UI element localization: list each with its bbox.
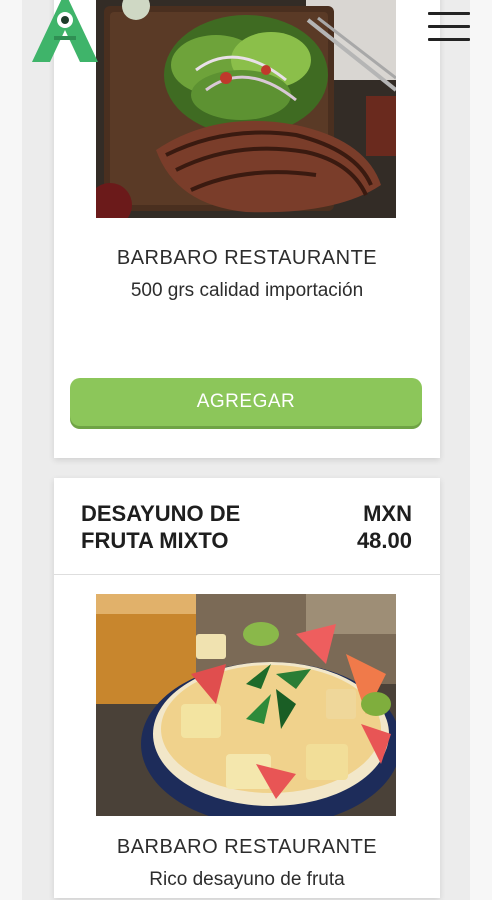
right-margin-strip xyxy=(470,0,492,900)
product-description: 500 grs calidad importación xyxy=(130,280,364,301)
hamburger-menu-icon[interactable] xyxy=(428,12,470,42)
product-title: DESAYUNO DE FRUTA MIXTO xyxy=(81,501,241,553)
left-margin-strip xyxy=(0,0,22,900)
card-divider xyxy=(54,574,440,575)
price-amount: 48.00 xyxy=(356,528,412,553)
app-logo-icon[interactable] xyxy=(30,0,100,66)
product-card: BARBARO RESTAURANTE 500 grs calidad impo… xyxy=(54,0,440,458)
product-card: DESAYUNO DE FRUTA MIXTO MXN 48.00 BARBAR… xyxy=(54,478,440,898)
restaurant-name: BARBARO RESTAURANTE xyxy=(116,836,378,858)
product-description: Rico desayuno de fruta xyxy=(149,869,345,890)
restaurant-name: BARBARO RESTAURANTE xyxy=(116,247,378,269)
steak-photo xyxy=(96,0,396,218)
fruit-bowl-photo xyxy=(96,594,396,816)
product-price: MXN 48.00 xyxy=(302,500,412,554)
price-currency: MXN xyxy=(363,501,412,526)
add-to-cart-button[interactable]: AGREGAR xyxy=(70,378,422,426)
